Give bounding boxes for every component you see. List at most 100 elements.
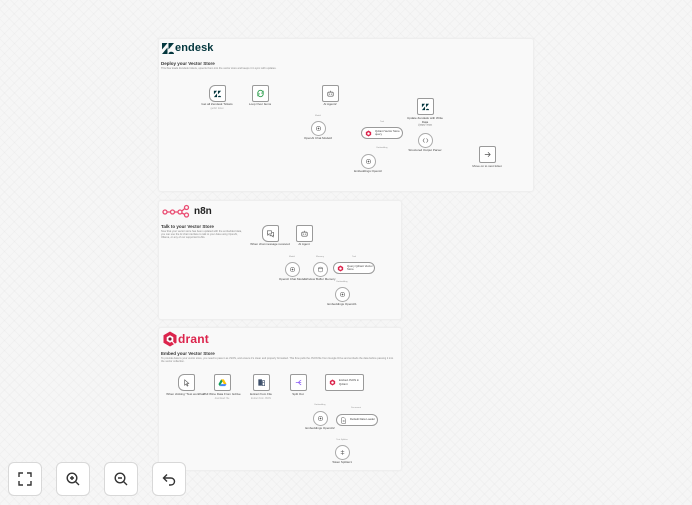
n8n-logo-mark-icon: [162, 204, 190, 218]
node-embeddings-openai[interactable]: [361, 154, 376, 169]
node-label: AI Agent2: [323, 102, 337, 106]
zendesk-logo-text: endesk: [175, 42, 214, 54]
node-openai-chat-model-2[interactable]: [311, 121, 326, 136]
robot-icon: [327, 90, 334, 97]
openai-icon: [339, 291, 346, 298]
connection-label-output-parser: Output Parser: [418, 124, 432, 126]
qdrant-icon: [329, 379, 336, 386]
fit-view-button[interactable]: [8, 462, 42, 496]
connection-label-model: Model: [315, 115, 321, 117]
openai-icon: [315, 125, 322, 132]
cursor-click-icon: [184, 379, 190, 387]
node-chat-trigger[interactable]: [262, 225, 279, 242]
qdrant-logo: drant: [163, 331, 209, 347]
node-label: Query Qdrant Vector Store: [347, 263, 373, 271]
database-icon: [318, 266, 323, 273]
node-extract-from-file[interactable]: [253, 374, 270, 391]
undo-button[interactable]: [152, 462, 186, 496]
zendesk-section-description: This flow loads Zendesk tickets, upserts…: [161, 67, 277, 70]
node-ai-agent-2[interactable]: [322, 85, 339, 102]
qdrant-section-title: Embed your Vector Store: [161, 351, 215, 356]
connection-label-memory: Memory: [316, 256, 324, 258]
node-next-ticket[interactable]: [479, 146, 496, 163]
node-label: Embeddings OpenAI2: [305, 426, 335, 430]
n8n-section-description: Now that your vector store has been upda…: [161, 230, 242, 240]
connection-label-embedding: Embedding: [376, 147, 388, 149]
zoom-in-icon: [66, 472, 80, 486]
zendesk-section-title: Deploy your Vector Store: [161, 61, 215, 66]
node-ai-agent[interactable]: [296, 225, 313, 242]
connection-label-text-splitter: Text Splitter: [336, 439, 348, 441]
connection-label-embedding: Embedding: [336, 281, 348, 283]
node-label: Structured Output Parser: [408, 148, 442, 152]
openai-icon: [365, 158, 372, 165]
node-query-qdrant-store[interactable]: Query Qdrant Vector Store: [333, 262, 375, 274]
file-extract-icon: [258, 379, 265, 386]
node-label: Token Splitter1: [332, 460, 352, 464]
node-default-data-loader[interactable]: Default Data Loader: [336, 414, 378, 426]
sticky-note-n8n[interactable]: [158, 200, 402, 320]
node-qdrant-vector-store[interactable]: Qdrant Vector Store query: [361, 127, 403, 139]
connection-label-embedding: Embedding: [314, 404, 326, 406]
qdrant-logo-mark-icon: [163, 331, 177, 347]
zoom-in-button[interactable]: [56, 462, 90, 496]
zendesk-icon: [421, 103, 430, 111]
workflow-canvas[interactable]: endesk Deploy your Vector Store This flo…: [0, 0, 692, 505]
node-structured-output-parser[interactable]: [418, 133, 433, 148]
node-label: Get all Zendesk Tickets getAll: ticket: [201, 102, 233, 110]
node-window-buffer-memory[interactable]: [313, 262, 328, 277]
node-manual-trigger[interactable]: [178, 374, 195, 391]
connection-label-model: Model: [289, 256, 295, 258]
node-label: Split Out: [292, 392, 304, 396]
zendesk-icon: [213, 90, 222, 98]
node-label: Pull Wine Data From Gdrive download: fil…: [203, 392, 241, 400]
connection-label-tool: Tool: [379, 121, 384, 123]
connection-label-tool: Tool: [351, 256, 356, 258]
undo-icon: [162, 474, 176, 486]
n8n-logo-text: n8n: [194, 205, 212, 217]
qdrant-logo-text: drant: [178, 332, 209, 346]
node-label: Embed JSON in Qdrant: [339, 378, 360, 386]
node-label: Move on to next ticket: [472, 164, 502, 168]
node-get-zendesk-tickets[interactable]: [209, 85, 226, 102]
node-openai-chat-model[interactable]: [285, 262, 300, 277]
split-icon: [295, 379, 302, 386]
node-label: Loop Over Items: [248, 102, 272, 106]
zendesk-logo: endesk: [162, 42, 214, 54]
node-label: Embeddings OpenAI: [354, 169, 382, 173]
google-drive-icon: [218, 379, 227, 387]
node-token-splitter[interactable]: [335, 445, 350, 460]
text-split-icon: [340, 450, 345, 455]
node-embeddings-openai-2[interactable]: [313, 411, 328, 426]
zoom-out-button[interactable]: [104, 462, 138, 496]
openai-icon: [317, 415, 324, 422]
n8n-section-title: Talk to your Vector Store: [161, 224, 214, 229]
connection-label-document: Document: [351, 407, 361, 409]
fit-view-icon: [18, 472, 32, 486]
node-split-out[interactable]: [290, 374, 307, 391]
openai-icon: [289, 266, 296, 273]
node-label: Qdrant Vector Store query: [375, 128, 400, 136]
qdrant-icon: [365, 130, 372, 136]
node-label: Embeddings OpenAI1: [327, 302, 357, 306]
node-embeddings-openai-1[interactable]: [335, 287, 350, 302]
node-label: Extract from File Extract from JSON: [250, 392, 272, 400]
zoom-out-icon: [114, 472, 128, 486]
node-label: OpenAI Chat Model2: [303, 136, 333, 140]
zendesk-logo-mark-icon: [162, 42, 174, 54]
n8n-logo: n8n: [162, 204, 212, 218]
chat-icon: [267, 230, 274, 238]
node-gdrive-download[interactable]: [214, 374, 231, 391]
qdrant-section-description: To provide data to your vector store, yo…: [161, 357, 394, 364]
loop-icon: [257, 89, 264, 98]
node-embed-json-qdrant[interactable]: Embed JSON in Qdrant: [325, 374, 364, 391]
node-label: When clicking "Test workflow": [166, 392, 206, 396]
code-braces-icon: [422, 138, 429, 143]
arrow-right-icon: [484, 151, 491, 158]
node-loop-over-items[interactable]: [252, 85, 269, 102]
qdrant-icon: [337, 265, 344, 271]
node-label: Default Data Loader: [350, 417, 376, 422]
node-update-zendesk[interactable]: [417, 98, 434, 115]
node-label: AI Agent: [298, 242, 310, 246]
document-icon: [341, 416, 346, 424]
